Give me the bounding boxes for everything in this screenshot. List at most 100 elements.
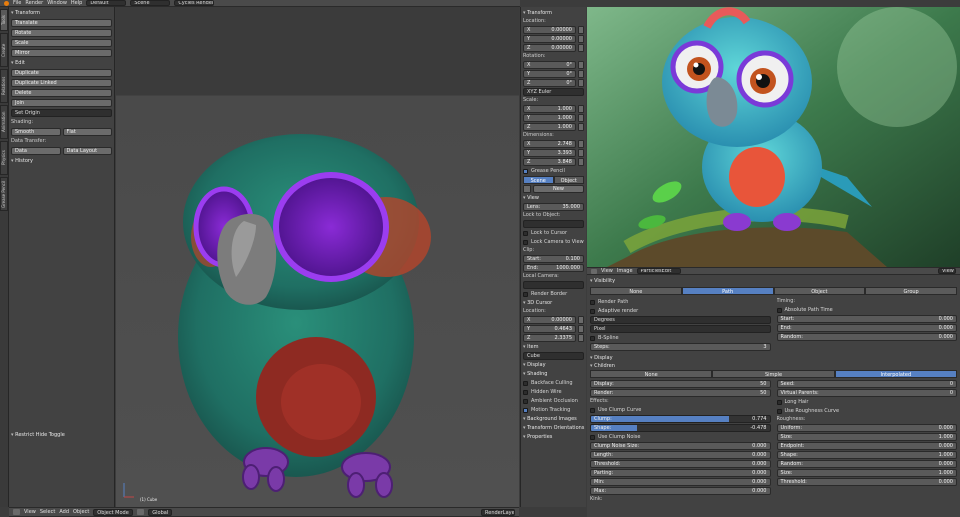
local-camera-field[interactable]	[523, 281, 584, 289]
rotation-mode-select[interactable]: XYZ Euler	[523, 88, 584, 96]
tab-object[interactable]: Object	[553, 176, 584, 184]
render-engine-select[interactable]: Cycles Render	[174, 0, 215, 6]
toolshelf-tab[interactable]: Physics	[0, 141, 8, 175]
screen-layout-select[interactable]: Default	[86, 0, 127, 6]
image-menu-view[interactable]: View	[601, 268, 613, 274]
shading-check-row[interactable]: Ambient Occlusion	[523, 397, 584, 405]
menu-add[interactable]: Add	[59, 509, 69, 515]
rotation-y-field[interactable]: Y 0°	[523, 70, 576, 78]
grease-pencil-header[interactable]: Grease Pencil	[523, 167, 584, 175]
item-section-header[interactable]: Item	[523, 343, 584, 351]
lock-icon[interactable]	[578, 316, 584, 324]
lens-field[interactable]: Lens: 35.000	[523, 203, 584, 211]
dimensions-y-field[interactable]: Y 3.393	[523, 149, 576, 157]
transform-section-header[interactable]: Transform	[523, 9, 584, 17]
shading-check-row[interactable]: Hidden Wire	[523, 388, 584, 396]
scale-x-field[interactable]: X 1.000	[523, 105, 576, 113]
toolshelf-tab[interactable]: Create	[0, 33, 8, 67]
toolshelf-tab[interactable]: Relations	[0, 69, 8, 103]
roughness-field[interactable]: Endpoint: 0.000	[776, 442, 957, 450]
checkbox[interactable]	[523, 398, 528, 404]
transform-panel-header[interactable]: Transform	[11, 9, 112, 17]
children-type-tab[interactable]: Interpolated	[834, 370, 957, 378]
roughness-field[interactable]: Threshold: 0.000	[776, 478, 957, 486]
grease-pencil-checkbox[interactable]	[523, 168, 528, 174]
shading-check-row[interactable]: Backface Culling	[523, 379, 584, 387]
location-z-field[interactable]: Z 0.00000	[523, 44, 576, 52]
absolute-path-time-row[interactable]: Absolute Path Time	[776, 306, 958, 314]
data-button[interactable]: Data	[11, 147, 61, 155]
checkbox[interactable]	[523, 389, 528, 395]
join-button[interactable]: Join	[11, 99, 112, 107]
lock-icon[interactable]	[578, 35, 584, 43]
menu-window[interactable]: Window	[47, 0, 67, 6]
use-clump-noise-row[interactable]: Use Clump Noise	[590, 433, 771, 441]
render-as-tab[interactable]: Group	[865, 287, 957, 295]
visibility-section-header[interactable]: Visibility	[590, 277, 615, 285]
data-layout-button[interactable]: Data Layout	[62, 147, 112, 155]
render-image-view[interactable]	[587, 7, 960, 267]
timing-field[interactable]: Random: 0.000	[776, 333, 957, 341]
roughness-field[interactable]: Size: 1.000	[776, 469, 957, 477]
blender-logo-icon[interactable]	[4, 0, 9, 6]
image-editor-type-icon[interactable]	[591, 268, 597, 274]
lock-icon[interactable]	[578, 70, 584, 78]
lock-icon[interactable]	[578, 325, 584, 333]
display-section-header[interactable]: Display	[523, 361, 584, 369]
render-as-tab[interactable]: Object	[773, 287, 866, 295]
render-amount-field[interactable]: Render: 50	[590, 389, 771, 397]
children-type-tab[interactable]: Simple	[712, 370, 835, 378]
image-name-field[interactable]: ParticlesEdit	[636, 268, 681, 274]
clip-start-field[interactable]: Start: 0.100	[523, 255, 584, 263]
bspline-row[interactable]: B-Spline	[590, 334, 771, 342]
roughness-field[interactable]: Random: 0.000	[776, 460, 957, 468]
menu-object[interactable]: Object	[73, 509, 89, 515]
kink-field[interactable]: Threshold: 0.000	[590, 460, 771, 468]
cursor-location-x-field[interactable]: X 0.00000	[523, 316, 576, 324]
clump-noise-size-field[interactable]: Clump Noise Size: 0.000	[590, 442, 771, 450]
npanel-section-header[interactable]: Background Images	[523, 415, 584, 423]
degrees-field[interactable]: Degrees	[590, 316, 771, 324]
dimensions-z-field[interactable]: Z 3.848	[523, 158, 576, 166]
children-section-header[interactable]: Children	[590, 362, 957, 370]
toolshelf-tab[interactable]: Animation	[0, 105, 8, 139]
timing-field[interactable]: Start: 0.000	[776, 315, 957, 323]
checkbox[interactable]	[523, 380, 528, 386]
scale-button[interactable]: Scale	[11, 39, 112, 47]
path-check-row[interactable]: Adaptive render	[590, 307, 771, 315]
tab-scene[interactable]: Scene	[523, 176, 554, 184]
menu-view[interactable]: View	[24, 509, 36, 515]
lock-icon[interactable]	[578, 158, 584, 166]
menu-render[interactable]: Render	[25, 0, 43, 6]
display-amount-field[interactable]: Display: 50	[590, 380, 771, 388]
lock-icon[interactable]	[578, 114, 584, 122]
view-section-header[interactable]: View	[523, 194, 584, 202]
roughness-field[interactable]: Size: 1.000	[776, 433, 957, 441]
item-name-field[interactable]: Cube	[523, 352, 584, 360]
scale-y-field[interactable]: Y 1.000	[523, 114, 576, 122]
timing-field[interactable]: End: 0.000	[776, 324, 957, 332]
checkbox[interactable]	[590, 308, 595, 314]
pixel-field[interactable]: Pixel	[590, 325, 771, 333]
kink-field[interactable]: Length: 0.000	[590, 451, 771, 459]
npanel-section-header[interactable]: Transform Orientations	[523, 424, 584, 432]
operator-panel-header[interactable]: Restrict Hide Toggle	[11, 431, 112, 439]
lock-icon[interactable]	[578, 140, 584, 148]
path-check-row[interactable]: Render Path	[590, 298, 771, 306]
menu-select[interactable]: Select	[40, 509, 55, 515]
mode-select[interactable]: Object Mode	[93, 508, 134, 516]
use-clump-curve-row[interactable]: Use Clump Curve	[590, 406, 771, 414]
3d-cursor-section-header[interactable]: 3D Cursor	[523, 299, 584, 307]
clip-end-field[interactable]: End: 1000.000	[523, 264, 584, 272]
mirror-button[interactable]: Mirror	[11, 49, 112, 57]
render-border-row[interactable]: Render Border	[523, 290, 584, 298]
cursor-location-z-field[interactable]: Z 2.3375	[523, 334, 576, 342]
lock-icon[interactable]	[578, 79, 584, 87]
edit-panel-header[interactable]: Edit	[11, 59, 112, 67]
menu-help[interactable]: Help	[71, 0, 82, 6]
cursor-location-y-field[interactable]: Y 0.4643	[523, 325, 576, 333]
image-view-select[interactable]: View	[938, 268, 956, 274]
delete-button[interactable]: Delete	[11, 89, 112, 97]
3d-viewport[interactable]: (1) Cube	[116, 7, 519, 507]
lock-icon[interactable]	[578, 61, 584, 69]
